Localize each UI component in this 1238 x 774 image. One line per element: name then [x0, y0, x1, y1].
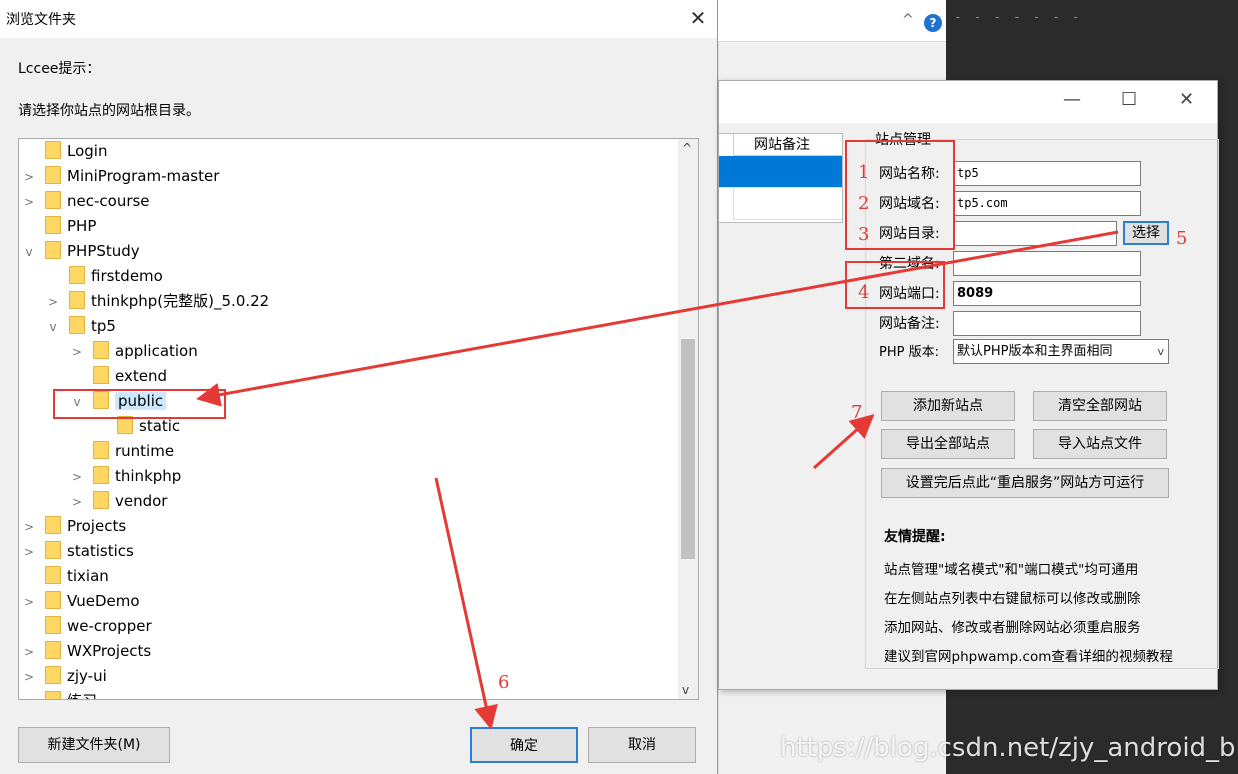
watermark: https://blog.csdn.net/zjy_android_blog: [780, 733, 1238, 763]
arrow-to-ok: [434, 477, 498, 730]
arrow-to-public: [196, 230, 1119, 407]
arrow-to-add-site: [813, 414, 875, 470]
annotation-arrows: [196, 230, 1119, 730]
